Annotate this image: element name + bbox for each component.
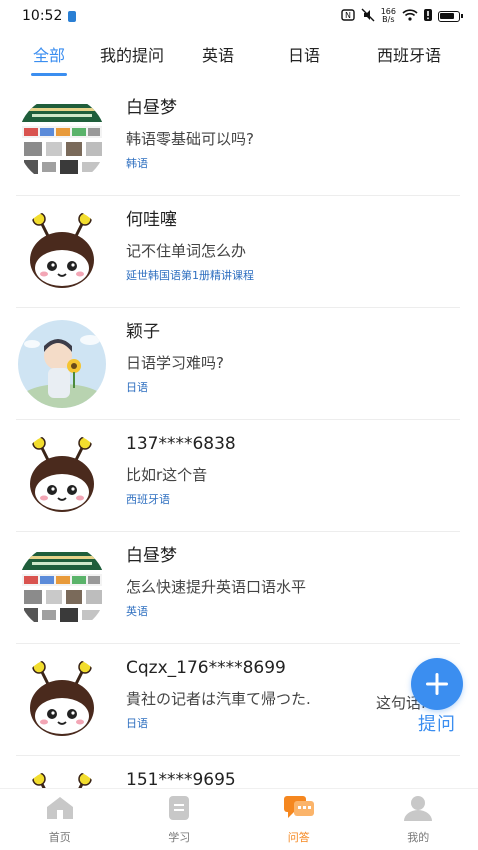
nav-item-1[interactable]: 学习 [120,789,240,850]
question-item[interactable]: Cqzx_176****8699 貴社の记者は汽車て帰つた. 日语 这句话... [0,644,478,756]
profile-icon[interactable] [401,795,435,825]
bee-avatar[interactable] [18,432,106,520]
nav-label: 问答 [287,831,310,844]
question-item[interactable]: 137****6838 比如r这个音西班牙语 [0,420,478,532]
user-name: 何哇噻 [126,210,177,230]
question-item[interactable]: 白昼梦怎么快速提升英语口语水平英语 [0,532,478,644]
question-text[interactable]: 怎么快速提升英语口语水平 [126,576,458,598]
question-list: 白昼梦 韩语零基础可以吗? 韩语 何哇噻 记不住单词怎么办 延世韩国语第1册精讲课程 颖子日… [0,84,478,788]
question-item[interactable]: 151****9695 [0,756,478,788]
category-tag[interactable]: 韩语 [126,156,458,172]
user-name: 137****6838 [126,434,236,454]
question-content: 何哇噻记不住单词怎么办延世韩国语第1册精讲课程 [126,208,458,284]
home-icon[interactable] [43,795,77,825]
svg-text:N: N [345,11,351,20]
alert-icon [424,8,432,24]
question-content: 137****6838 比如r这个音西班牙语 [126,432,458,508]
wifi-icon [402,8,418,24]
shop-avatar[interactable] [18,544,106,632]
study-icon[interactable] [162,795,196,825]
nav-label: 我的 [407,831,430,844]
status-bar: 10:52 N 166 B/s [0,0,478,32]
user-name: 白昼梦 [126,98,177,118]
category-tag[interactable]: 日语 [126,380,458,396]
question-content: 151****9695 [126,768,458,788]
category-tag[interactable]: 延世韩国语第1册精讲课程 [126,268,458,284]
battery-saver-icon [68,10,77,22]
status-right: N 166 B/s [341,8,463,25]
category-tag[interactable]: 日语 [126,716,458,732]
ask-question-label[interactable]: 提问 [418,710,456,736]
nav-label: 学习 [168,831,191,844]
question-content: 白昼梦韩语零基础可以吗? 韩语 [126,96,458,172]
user-name: Cqzx_176****8699 [126,658,286,678]
category-tabs: 全部 我的提问 英语 日语 西班牙语 [0,32,478,82]
user-name: 颖子 [126,322,160,342]
question-content: 颖子日语学习难吗? 日语 [126,320,458,396]
shop-avatar[interactable] [18,96,106,184]
tab-1[interactable]: 我的提问 [82,42,182,72]
question-item[interactable]: 白昼梦韩语零基础可以吗? 韩语 [0,84,478,196]
ask-question-button[interactable]: 提问 [410,658,464,738]
question-item[interactable]: 何哇噻记不住单词怎么办延世韩国语第1册精讲课程 [0,196,478,308]
nav-item-0[interactable]: 首页 [0,789,120,850]
girl-avatar[interactable] [18,320,106,408]
qa-icon[interactable] [282,795,316,825]
bee-avatar[interactable] [18,208,106,296]
question-content: 白昼梦怎么快速提升英语口语水平英语 [126,544,458,620]
user-name: 151****9695 [126,770,236,788]
net-speed-unit: B/s [382,15,395,24]
nfc-icon: N [341,8,355,24]
bee-avatar[interactable] [18,768,106,788]
category-tag[interactable]: 西班牙语 [126,492,458,508]
net-speed: 166 B/s [381,8,396,24]
category-tag[interactable]: 英语 [126,604,458,620]
user-name: 白昼梦 [126,546,177,566]
battery-icon [438,10,463,22]
tab-0[interactable]: 全部 [16,42,82,72]
bottom-nav: 首页 学习 问答 我的 [0,788,478,850]
nav-item-3[interactable]: 我的 [359,789,478,850]
bee-avatar[interactable] [18,656,106,744]
question-text[interactable]: 韩语零基础可以吗? [126,128,458,150]
status-left: 10:52 [22,8,77,24]
tab-4[interactable]: 西班牙语 [354,42,464,72]
tab-3[interactable]: 日语 [254,42,354,72]
nav-item-2[interactable]: 问答 [239,789,359,850]
plus-icon[interactable] [411,658,463,710]
question-text[interactable]: 记不住单词怎么办 [126,240,458,262]
mute-icon [361,8,375,25]
question-text[interactable]: 比如r这个音 [126,464,458,486]
nav-label: 首页 [48,831,71,844]
status-time: 10:52 [22,8,63,24]
question-item[interactable]: 颖子日语学习难吗? 日语 [0,308,478,420]
question-text[interactable]: 日语学习难吗? [126,352,458,374]
tab-2[interactable]: 英语 [182,42,254,72]
